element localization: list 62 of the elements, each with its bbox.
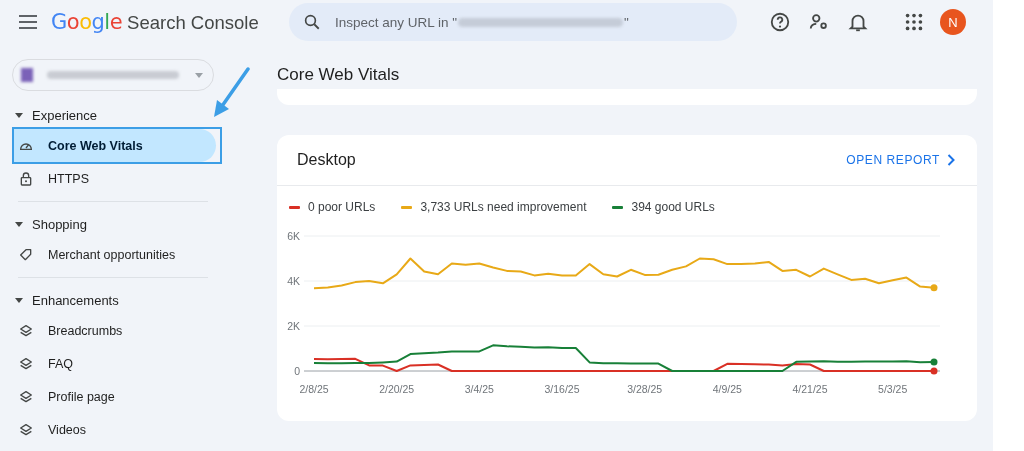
nav-item[interactable]: Breadcrumbs — [12, 314, 216, 347]
x-axis-label: 2/20/25 — [379, 383, 415, 395]
x-axis-label: 4/21/25 — [792, 383, 828, 395]
layers-icon — [18, 388, 34, 405]
placeholder-text: Inspect any URL in " — [335, 14, 458, 30]
nav-item[interactable]: Merchant opportunities — [12, 238, 216, 271]
layers-icon — [18, 421, 34, 438]
nav-label: FAQ — [48, 356, 73, 371]
lock-icon — [18, 170, 34, 187]
annotation-arrow — [212, 67, 252, 119]
legend-label[interactable]: 394 good URLs — [631, 200, 715, 214]
section-label: Enhancements — [32, 292, 119, 308]
dropdown-icon — [195, 72, 203, 78]
chevron-right-icon — [947, 154, 955, 166]
product-name: Search Console — [127, 12, 259, 34]
section-label: Experience — [32, 107, 98, 123]
caret-icon — [15, 297, 23, 303]
nav-item[interactable]: Core Web Vitals — [12, 129, 216, 162]
data-point — [930, 284, 938, 292]
search-field[interactable]: Inspect any URL in " " — [289, 3, 737, 41]
site-icon — [21, 68, 33, 82]
tag-icon — [18, 246, 34, 263]
placeholder-text: " — [624, 14, 629, 30]
nav-item[interactable]: Profile page — [12, 380, 216, 413]
section-header[interactable]: Enhancements — [12, 290, 244, 310]
open-report-link[interactable]: OPEN REPORT — [846, 153, 955, 167]
page-title: Core Web Vitals — [277, 65, 401, 86]
legend-label[interactable]: 0 poor URLs — [308, 200, 376, 214]
search-icon — [303, 13, 321, 31]
x-axis-label: 3/28/25 — [627, 383, 663, 395]
apps-icon[interactable] — [903, 11, 925, 33]
nav-label: Core Web Vitals — [48, 138, 143, 153]
caret-icon — [15, 112, 23, 118]
section-header[interactable]: Experience — [12, 105, 244, 125]
google-logo: Google — [51, 10, 123, 34]
nav-label: HTTPS — [48, 171, 89, 186]
nav-label: Videos — [48, 422, 86, 437]
x-axis-label: 3/4/25 — [464, 383, 494, 395]
layers-icon — [18, 355, 34, 372]
legend-label[interactable]: 3,733 URLs need improvement — [420, 200, 587, 214]
y-axis-label: 4K — [287, 275, 300, 287]
y-axis-label: 2K — [287, 320, 300, 332]
nav-item[interactable]: HTTPS — [12, 162, 216, 195]
x-axis-label: 3/16/25 — [544, 383, 580, 395]
layers-icon — [18, 322, 34, 339]
section-label: Shopping — [32, 216, 87, 232]
nav-label: Breadcrumbs — [48, 323, 123, 338]
x-axis-label: 2/8/25 — [299, 383, 329, 395]
y-axis-label: 6K — [287, 230, 300, 242]
nav-item[interactable]: FAQ — [12, 347, 216, 380]
card-title: Desktop — [297, 151, 356, 169]
account-avatar[interactable]: N — [940, 9, 966, 35]
nav-label: Profile page — [48, 389, 115, 404]
nav-label: Merchant opportunities — [48, 247, 176, 262]
nav-item[interactable]: Videos — [12, 413, 216, 446]
caret-icon — [15, 221, 23, 227]
help-icon[interactable] — [769, 11, 791, 33]
x-axis-label: 4/9/25 — [712, 383, 742, 395]
menu-icon[interactable] — [19, 15, 37, 29]
y-axis-label: 0 — [294, 365, 300, 377]
section-header[interactable]: Shopping — [12, 214, 244, 234]
x-axis-label: 5/3/25 — [878, 383, 908, 395]
